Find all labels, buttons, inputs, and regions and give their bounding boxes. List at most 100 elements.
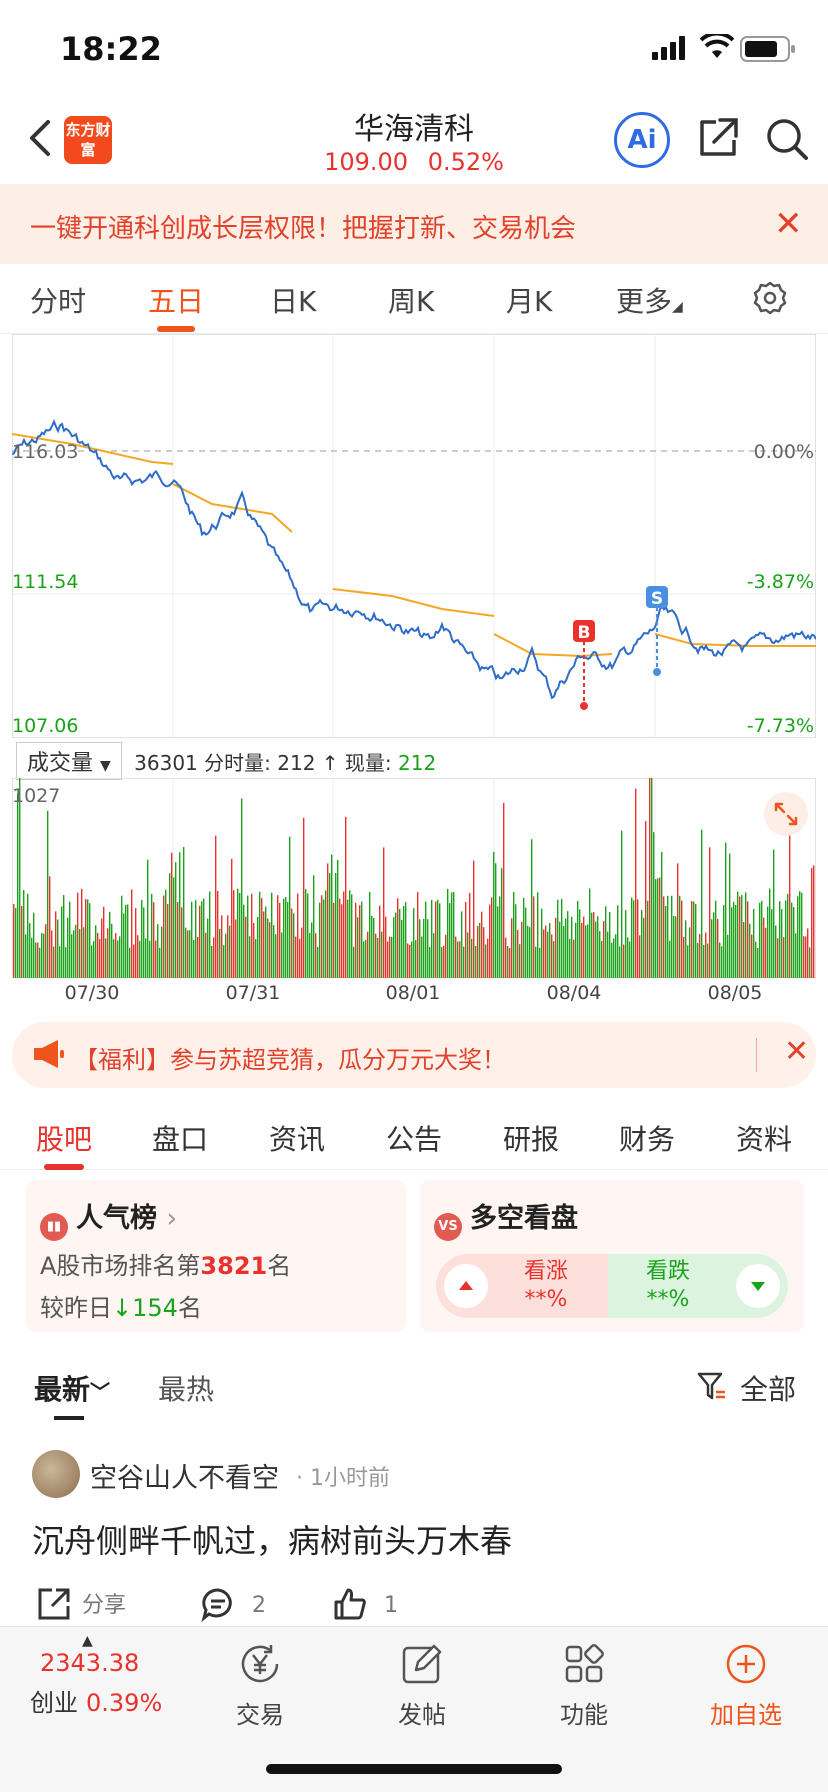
filter-icon[interactable] — [696, 1370, 728, 1402]
volume-bar — [569, 938, 571, 978]
tab-guba[interactable]: 股吧 — [36, 1118, 92, 1158]
volume-bar — [339, 898, 341, 978]
volume-bar — [317, 947, 319, 978]
volume-bar — [37, 942, 39, 978]
volume-bar — [217, 890, 219, 978]
gear-icon[interactable] — [752, 280, 788, 316]
volume-bar — [661, 851, 663, 978]
search-icon[interactable] — [764, 116, 810, 162]
avatar[interactable] — [32, 1450, 80, 1498]
volume-bar — [643, 917, 645, 978]
volume-bar — [27, 893, 29, 978]
index-ticker[interactable]: ▲ 2343.38 创业 0.39% — [30, 1633, 180, 1718]
post-item[interactable]: 空谷山人不看空 · 1小时前 沉舟侧畔千帆过，病树前头万木春 分享 2 1 — [0, 1440, 828, 1630]
volume-bar — [175, 862, 177, 978]
tab-five-day[interactable]: 五日 — [148, 280, 204, 320]
volume-bar — [463, 946, 465, 978]
volume-bar — [33, 912, 35, 978]
filter-all[interactable]: 全部 — [740, 1368, 796, 1408]
share-icon[interactable] — [696, 116, 740, 160]
share-label: 分享 — [82, 1593, 127, 1618]
volume-bar — [101, 918, 103, 978]
tab-pankou[interactable]: 盘口 — [152, 1118, 208, 1158]
tab-fenshi[interactable]: 分时 — [30, 280, 86, 320]
like-button[interactable]: 1 — [332, 1586, 398, 1622]
volume-bar — [383, 847, 385, 978]
volume-bar — [717, 919, 719, 978]
tab-week-k[interactable]: 周K — [388, 280, 434, 320]
indicator-selector[interactable]: 成交量 ▼ — [16, 742, 122, 780]
volume-bar — [493, 851, 495, 978]
indicator-selector-label: 成交量 — [27, 751, 94, 776]
volume-bar — [757, 947, 759, 978]
welfare-banner[interactable]: 【福利】参与苏超竞猜，瓜分万元大奖！ ✕ — [12, 1022, 816, 1088]
fenshi-volume-value: 212 ↑ — [277, 751, 339, 775]
post-username[interactable]: 空谷山人不看空 — [90, 1456, 279, 1495]
volume-bar — [695, 903, 697, 978]
sort-newest[interactable]: 最新﹀ — [34, 1368, 110, 1420]
tab-month-k[interactable]: 月K — [506, 280, 552, 320]
volume-bar — [563, 926, 565, 978]
volume-bar — [137, 935, 139, 978]
volume-bar — [109, 911, 111, 978]
nav-functions[interactable]: 功能 — [534, 1639, 634, 1730]
volume-bar — [689, 927, 691, 978]
volume-bar — [333, 902, 335, 978]
volume-bar — [555, 917, 557, 978]
comment-button[interactable]: 2 — [200, 1586, 266, 1622]
volume-bar — [465, 901, 467, 978]
volume-bar — [617, 905, 619, 978]
volume-chart[interactable]: 1027 — [12, 778, 816, 978]
volume-bar — [579, 909, 581, 978]
volume-bar — [497, 906, 499, 978]
volume-bar — [247, 895, 249, 978]
close-icon[interactable]: ✕ — [774, 204, 803, 244]
expand-icon[interactable] — [764, 792, 808, 836]
tab-more[interactable]: 更多◢ — [616, 280, 683, 320]
close-icon[interactable]: ✕ — [784, 1034, 809, 1069]
volume-bar — [811, 868, 813, 978]
buy-marker[interactable]: B — [573, 620, 595, 710]
volume-bar — [675, 916, 677, 978]
ai-button[interactable]: Ai — [614, 112, 670, 168]
volume-bar — [625, 910, 627, 978]
tab-news[interactable]: 资讯 — [269, 1118, 325, 1158]
tab-research[interactable]: 研报 — [503, 1118, 559, 1158]
volume-bar — [655, 879, 657, 978]
volume-bar — [105, 938, 107, 978]
volume-bar — [635, 788, 637, 978]
volume-bar — [599, 931, 601, 978]
volume-bar — [135, 908, 137, 978]
volume-bar — [507, 946, 509, 978]
volume-bar — [687, 945, 689, 978]
like-count: 1 — [384, 1593, 398, 1618]
volume-bar — [417, 892, 419, 978]
share-button[interactable]: 分享 — [36, 1586, 126, 1622]
volume-bar — [111, 923, 113, 978]
volume-bar — [355, 902, 357, 978]
nav-trade[interactable]: 交易 — [210, 1639, 310, 1730]
volume-bar — [485, 944, 487, 978]
volume-bar — [747, 901, 749, 978]
post-content[interactable]: 沉舟侧畔千帆过，病树前头万木春 — [32, 1516, 512, 1562]
sort-hot[interactable]: 最热 — [158, 1368, 214, 1408]
volume-bar — [225, 933, 227, 978]
tab-profile[interactable]: 资料 — [736, 1118, 792, 1158]
tab-day-k[interactable]: 日K — [270, 280, 316, 320]
volume-bar — [349, 890, 351, 978]
nav-add-watchlist[interactable]: 加自选 — [696, 1639, 796, 1730]
volume-bar — [509, 947, 511, 978]
nav-post[interactable]: 发帖 — [372, 1639, 472, 1730]
promo-banner[interactable]: 一键开通科创成长层权限！把握打新、交易机会 ✕ — [0, 184, 828, 264]
dropdown-triangle-icon: ◢ — [672, 299, 683, 315]
volume-bar — [329, 873, 331, 978]
stock-price: 109.00 — [324, 148, 409, 176]
price-chart[interactable]: 116.03 111.54 107.06 0.00% -3.87% -7.73%… — [12, 334, 816, 738]
tab-finance[interactable]: 财务 — [619, 1118, 675, 1158]
volume-bar — [335, 873, 337, 978]
popularity-card[interactable]: ▮▮ 人气榜 › A股市场排名第3821名 较昨日↓154名 — [26, 1180, 406, 1332]
volume-bar — [15, 907, 17, 978]
volume-bar — [31, 937, 33, 978]
tab-announcements[interactable]: 公告 — [386, 1118, 442, 1158]
y-tick-top: 116.03 — [12, 441, 78, 463]
